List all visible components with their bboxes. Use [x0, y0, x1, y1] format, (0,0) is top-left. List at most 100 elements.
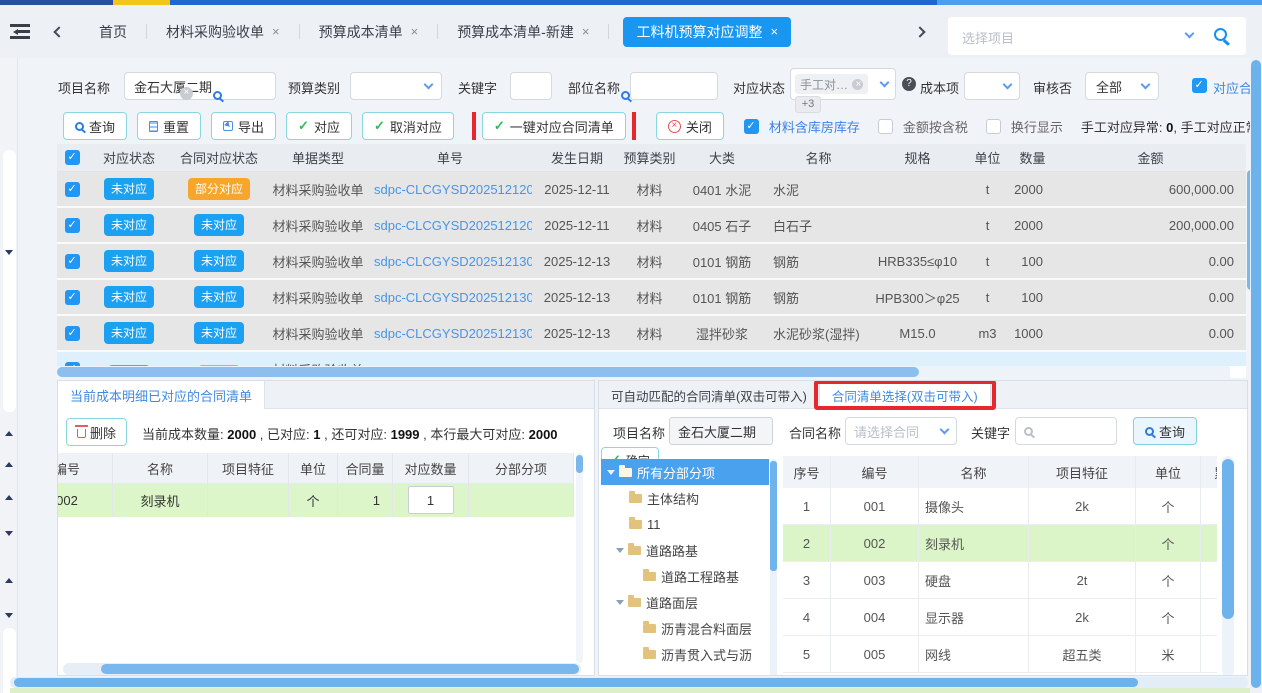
collapse-up-icon[interactable]: [5, 462, 13, 467]
match-status-multiselect[interactable]: 手工对… +3: [790, 68, 896, 100]
close-icon[interactable]: [582, 24, 590, 39]
collapse-down-icon[interactable]: [5, 250, 13, 255]
scrollbar-thumb[interactable]: [14, 678, 1138, 687]
tab-budget-list-new[interactable]: 预算成本清单-新建: [438, 5, 608, 58]
bottom-left-vscrollbar[interactable]: [576, 453, 583, 663]
doc-no-link[interactable]: sdpc-CLCGYSD202512130(: [368, 244, 532, 278]
doc-no-link[interactable]: sdpc-CLCGYSD202512120(: [368, 172, 532, 206]
tree-item[interactable]: 11: [601, 511, 769, 537]
reset-button[interactable]: 重置: [137, 112, 201, 140]
expand-icon[interactable]: [607, 470, 615, 475]
doc-no-link[interactable]: sdpc-CLCGYSD202512130(: [368, 316, 532, 350]
contract-row[interactable]: [783, 673, 1217, 676]
contract-checkbox[interactable]: [1192, 78, 1207, 93]
search-icon[interactable]: [621, 91, 630, 100]
cancel-match-button[interactable]: 取消对应: [362, 112, 454, 140]
collapse-up-icon[interactable]: [5, 578, 13, 583]
doc-no-link[interactable]: sdpc-CLCGYSD202512130(: [368, 280, 532, 314]
collapse-menu-icon[interactable]: [10, 23, 30, 39]
bottom-left-hscrollbar[interactable]: [63, 663, 581, 675]
tab-active-adjust[interactable]: 工料机预算对应调整: [623, 17, 791, 47]
search-icon[interactable]: [1214, 28, 1227, 41]
scrollbar-thumb[interactable]: [57, 367, 919, 377]
match-qty-input[interactable]: 1: [408, 486, 454, 514]
search-icon[interactable]: [213, 91, 222, 100]
export-button[interactable]: 导出: [211, 112, 276, 140]
cost-item-select[interactable]: [964, 72, 1020, 100]
tab-budget-list[interactable]: 预算成本清单: [300, 5, 438, 58]
contract-row[interactable]: 3 003 硬盘 2t 个: [783, 562, 1217, 599]
tree-item[interactable]: 道路面层: [601, 589, 769, 615]
query-button[interactable]: 查询: [63, 112, 127, 140]
matched-list-row[interactable]: 002 刻录机 个 1 1: [57, 483, 574, 517]
close-icon[interactable]: [411, 24, 419, 39]
table-row[interactable]: 未对应 未对应 材料采购验收单 sdpc-CLCGYSD202512130( 2…: [57, 316, 1246, 352]
scrollbar-thumb[interactable]: [1222, 459, 1234, 619]
contract-row[interactable]: 1 001 摄像头 2k 个: [783, 488, 1217, 525]
warehouse-checkbox[interactable]: [744, 119, 759, 134]
page-hscrollbar[interactable]: [10, 677, 1248, 688]
row-checkbox[interactable]: [65, 290, 80, 305]
close-button[interactable]: 关闭: [656, 112, 724, 140]
contract-table-vscrollbar[interactable]: [1222, 456, 1234, 676]
close-icon[interactable]: [770, 24, 778, 39]
collapse-up-icon[interactable]: [5, 495, 13, 500]
main-table-hscrollbar[interactable]: [57, 366, 1246, 378]
table-row[interactable]: 未对应 未对应 材料采购验收单 sdpc-CLCGYSD202512130( 2…: [57, 280, 1246, 316]
tab-auto-match-list[interactable]: 可自动匹配的合同清单(双击可带入): [599, 381, 820, 409]
tab-matched-contract-list[interactable]: 当前成本明细已对应的合同清单: [58, 381, 265, 409]
tree-vscrollbar[interactable]: [770, 459, 777, 676]
match-button[interactable]: 对应: [286, 112, 352, 140]
project-name-input[interactable]: 金石大厦二期: [124, 72, 276, 100]
clear-icon[interactable]: [180, 87, 193, 100]
row-checkbox[interactable]: [65, 254, 80, 269]
remove-tag-icon[interactable]: [852, 79, 863, 90]
tree-item[interactable]: 沥青混合料面层: [601, 615, 769, 641]
tree-item[interactable]: 道路路基: [601, 537, 769, 563]
doc-no-link[interactable]: sdpc-CLCGYSD202512120(: [368, 208, 532, 242]
contract-row[interactable]: 2 002 刻录机 个: [783, 525, 1217, 562]
tax-checkbox[interactable]: [878, 119, 893, 134]
tree-item[interactable]: 沥青贯入式与沥: [601, 641, 769, 667]
contract-row[interactable]: 4 004 显示器 2k 个: [783, 599, 1217, 636]
doc-no-link[interactable]: [368, 352, 532, 366]
tab-material-receipt[interactable]: 材料采购验收单: [147, 5, 299, 58]
tabs-scroll-right-icon[interactable]: [914, 26, 925, 37]
collapse-down-icon[interactable]: [5, 613, 13, 618]
scrollbar-thumb[interactable]: [101, 664, 579, 674]
scrollbar-thumb[interactable]: [770, 461, 777, 571]
page-vscrollbar[interactable]: [1250, 58, 1262, 693]
budget-type-select[interactable]: [350, 72, 442, 100]
table-row[interactable]: 未对应 部分对应 材料采购验收单 sdpc-CLCGYSD202512120( …: [57, 172, 1246, 208]
tabs-scroll-left-icon[interactable]: [53, 26, 64, 37]
project-select[interactable]: 选择项目: [948, 17, 1246, 55]
scrollbar-thumb[interactable]: [576, 455, 583, 473]
collapsed-sidebar[interactable]: [0, 58, 18, 693]
expand-icon[interactable]: [616, 548, 624, 553]
tab-contract-list-select[interactable]: 合同清单选择(双击可带入): [820, 381, 991, 409]
tree-root-all-sections[interactable]: 所有分部分项: [601, 459, 769, 485]
audit-select[interactable]: 全部: [1085, 72, 1159, 100]
close-icon[interactable]: [272, 24, 280, 39]
collapse-up-icon[interactable]: [5, 431, 13, 436]
tree-item[interactable]: 主体结构: [601, 485, 769, 511]
help-icon[interactable]: [902, 77, 916, 91]
row-checkbox[interactable]: [65, 326, 80, 341]
select-all-checkbox[interactable]: [65, 150, 80, 165]
table-row[interactable]: 未对应 未对应 材料采购验收单 sdpc-CLCGYSD202512130( 2…: [57, 244, 1246, 280]
keyword-input[interactable]: [1015, 417, 1117, 445]
one-key-match-button[interactable]: 一键对应合同清单: [482, 112, 626, 140]
tab-home[interactable]: 首页: [80, 5, 146, 58]
table-row[interactable]: 未对应 未对应 材料采购验收单 sdpc-CLCGYSD202512120( 2…: [57, 208, 1246, 244]
delete-button[interactable]: 删除: [66, 418, 127, 446]
wrap-checkbox[interactable]: [986, 119, 1001, 134]
query-button[interactable]: 查询: [1133, 417, 1197, 445]
collapse-down-icon[interactable]: [5, 531, 13, 536]
tree-item[interactable]: 道路工程路基: [601, 563, 769, 589]
scrollbar-thumb[interactable]: [1251, 60, 1261, 688]
contract-name-select[interactable]: 请选择合同: [845, 417, 957, 445]
table-row[interactable]: 材料采购验收单: [57, 352, 1246, 366]
part-name-input[interactable]: [630, 72, 718, 100]
keyword-input[interactable]: [510, 72, 552, 100]
row-checkbox[interactable]: [65, 182, 80, 197]
